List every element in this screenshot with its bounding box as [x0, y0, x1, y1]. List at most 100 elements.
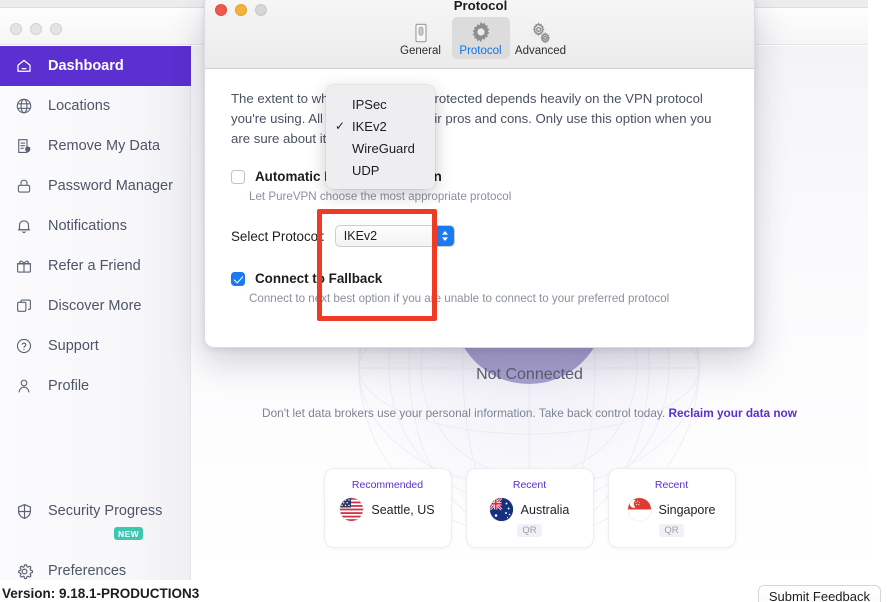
sidebar-item-profile[interactable]: Profile [0, 366, 191, 406]
protocol-description: The extent to which your traffic is prot… [231, 91, 712, 146]
sidebar-label-preferences: Preferences [48, 563, 127, 579]
maximize-button-inactive[interactable] [50, 23, 62, 35]
location-card[interactable]: Recent [607, 468, 736, 548]
copy-icon [14, 296, 34, 316]
sidebar: Dashboard Locations Remove My Data Passw… [0, 46, 191, 580]
sidebar-label-security-progress: Security Progress [48, 503, 163, 519]
select-protocol-row: Select Protocol: IKEv2 [231, 225, 728, 247]
minimize-button-inactive[interactable] [30, 23, 42, 35]
select-protocol-label: Select Protocol: [231, 228, 325, 244]
question-circle-icon [14, 336, 34, 356]
card-row: Seattle, US [340, 498, 435, 521]
modal-title: Protocol [453, 0, 508, 13]
card-row: Singapore [627, 498, 716, 521]
menu-item-ipsec-label: IPSec [352, 96, 387, 112]
sidebar-label-discover-more: Discover More [48, 298, 142, 314]
sg-flag-icon [627, 498, 651, 521]
sidebar-label-notifications: Notifications [48, 218, 127, 234]
sidebar-label-password-manager: Password Manager [48, 178, 173, 194]
gift-icon [14, 256, 34, 276]
tab-protocol[interactable]: Protocol [451, 17, 510, 59]
sidebar-label-support: Support [48, 338, 99, 354]
menu-item-ipsec[interactable]: IPSec [326, 93, 435, 115]
tab-advanced-label: Advanced [514, 45, 567, 57]
menu-item-udp[interactable]: UDP [326, 159, 435, 181]
tab-protocol-label: Protocol [459, 45, 502, 57]
connection-status: Not Connected [476, 366, 583, 383]
card-city: Australia [520, 502, 570, 517]
switch-icon [410, 20, 432, 44]
promo-text: Don't let data brokers use your personal… [262, 406, 669, 420]
window-traffic-lights [10, 23, 62, 35]
bell-icon [14, 216, 34, 236]
shield-icon [14, 501, 34, 521]
sidebar-label-profile: Profile [48, 378, 90, 394]
sidebar-label-remove-my-data: Remove My Data [48, 138, 161, 154]
menu-item-udp-label: UDP [352, 162, 380, 178]
security-progress-new-badge: NEW [114, 527, 144, 540]
automatic-protocol-sublabel: Let PureVPN choose the most appropriate … [249, 190, 512, 203]
card-tag: Recommended [351, 479, 424, 491]
version-label: Version: 9.18.1-PRODUCTION3 [2, 586, 200, 601]
preferences-modal: Protocol General Protocol Advanced The e… [204, 0, 755, 348]
sidebar-item-support[interactable]: Support [0, 326, 191, 366]
sidebar-item-dashboard[interactable]: Dashboard [0, 46, 191, 86]
menu-item-ikev2[interactable]: ✓ IKEv2 [326, 115, 435, 137]
sidebar-item-discover-more[interactable]: Discover More [0, 286, 191, 326]
connect-fallback-sublabel: Connect to next best option if you are u… [249, 292, 670, 305]
select-protocol-dropdown[interactable]: IKEv2 [334, 225, 455, 247]
card-row: Australia [489, 498, 570, 521]
document-shield-icon [14, 136, 34, 156]
card-city: Singapore [658, 502, 716, 517]
connect-fallback-row[interactable]: Connect to Fallback [231, 271, 728, 286]
automatic-protocol-checkbox[interactable] [231, 169, 245, 184]
sidebar-label-dashboard: Dashboard [48, 58, 124, 74]
tab-general[interactable]: General [392, 17, 450, 59]
qr-badge[interactable]: QR [517, 524, 542, 537]
promo-banner: Don't let data brokers use your personal… [191, 406, 868, 422]
sidebar-label-refer-a-friend: Refer a Friend [48, 258, 141, 274]
lock-icon [14, 176, 34, 196]
qr-badge[interactable]: QR [659, 524, 684, 537]
sidebar-label-locations: Locations [48, 98, 111, 114]
sidebar-item-refer-a-friend[interactable]: Refer a Friend [0, 246, 191, 286]
location-card[interactable]: Recommended Seattle, US [323, 468, 452, 548]
globe-icon [14, 96, 34, 116]
modal-body: The extent to which your traffic is prot… [205, 69, 754, 347]
sidebar-item-password-manager[interactable]: Password Manager [0, 166, 191, 206]
sidebar-item-notifications[interactable]: Notifications [0, 206, 191, 246]
gear-icon [469, 20, 493, 44]
protocol-popup-menu: IPSec ✓ IKEv2 WireGuard UDP [326, 85, 435, 189]
submit-feedback-button[interactable]: Submit Feedback [757, 585, 881, 602]
card-city: Seattle, US [371, 502, 435, 517]
location-card[interactable]: Recent [465, 468, 594, 548]
modal-toolbar-tabs: General Protocol Advanced [205, 17, 754, 59]
chevron-updown-icon [435, 226, 454, 246]
automatic-protocol-row[interactable]: Automatic Protocol Selection [231, 169, 728, 184]
sidebar-item-locations[interactable]: Locations [0, 86, 191, 126]
connect-fallback-label: Connect to Fallback [255, 271, 383, 286]
gears-icon [529, 20, 553, 44]
close-button-inactive[interactable] [10, 23, 22, 35]
reclaim-data-link[interactable]: Reclaim your data now [668, 406, 797, 420]
person-icon [14, 376, 34, 396]
us-flag-icon [340, 498, 364, 521]
select-protocol-value: IKEv2 [343, 229, 378, 243]
connect-fallback-checkbox[interactable] [231, 271, 245, 286]
tab-general-label: General [400, 45, 441, 57]
check-icon: ✓ [335, 119, 346, 133]
card-tag: Recent [654, 479, 689, 491]
au-flag-icon [489, 498, 513, 521]
sidebar-item-security-progress[interactable]: Security Progress NEW [0, 491, 191, 540]
menu-item-ikev2-label: IKEv2 [352, 118, 387, 134]
modal-header: Protocol General Protocol Advanced [205, 0, 754, 69]
menu-item-wireguard-label: WireGuard [352, 140, 415, 156]
menu-item-wireguard[interactable]: WireGuard [326, 137, 435, 159]
sidebar-item-remove-my-data[interactable]: Remove My Data [0, 126, 191, 166]
sidebar-item-preferences[interactable]: Preferences [0, 551, 191, 591]
gear-icon [14, 561, 34, 581]
home-icon [14, 56, 34, 76]
tab-advanced[interactable]: Advanced [512, 17, 570, 59]
quick-connect-cards: Recommended Seattle, US Recent Australia… [191, 468, 868, 548]
card-tag: Recent [512, 479, 547, 491]
